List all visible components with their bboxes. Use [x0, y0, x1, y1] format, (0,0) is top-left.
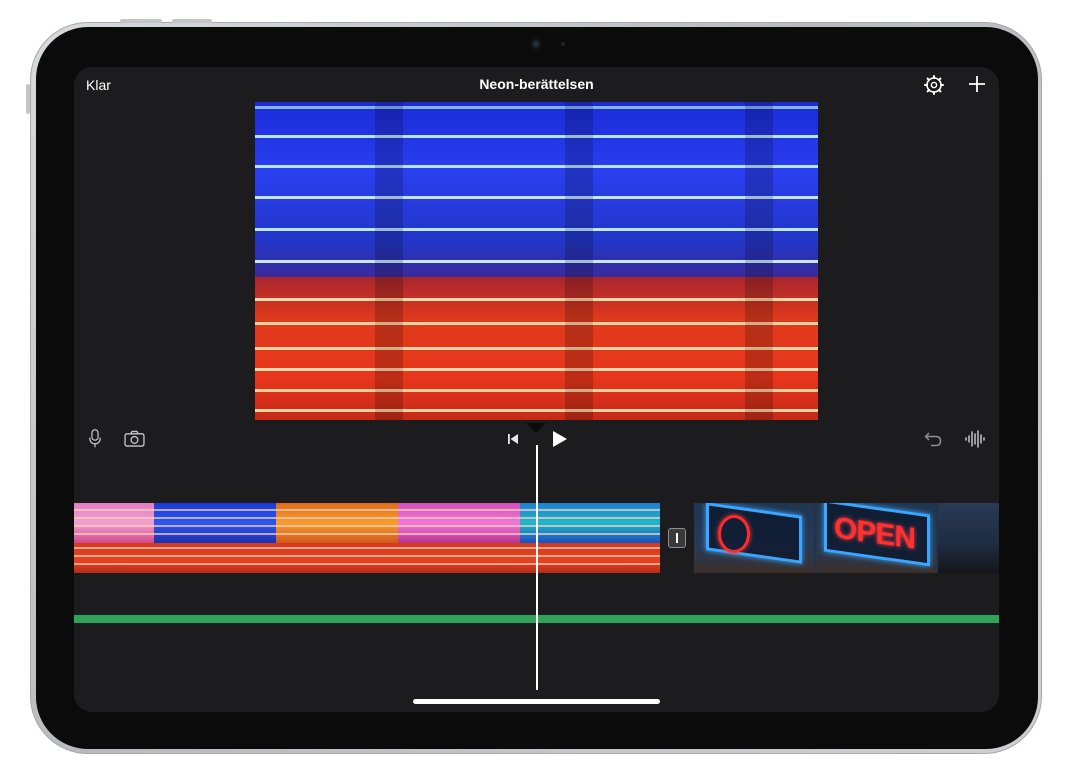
skip-to-start-icon[interactable]: [507, 433, 519, 445]
neon-tube: [255, 196, 818, 199]
transition-button[interactable]: [668, 528, 686, 548]
neon-tube: [255, 228, 818, 231]
neon-tube: [255, 298, 818, 301]
top-button-2: [172, 19, 212, 23]
neon-stripe: [74, 547, 660, 549]
gear-icon[interactable]: [924, 75, 944, 95]
neon-tube: [255, 165, 818, 168]
top-button: [120, 19, 162, 23]
neon-tube: [255, 389, 818, 392]
neon-tube: [255, 135, 818, 138]
neon-tube: [255, 106, 818, 109]
playhead-marker: [526, 423, 546, 433]
add-icon[interactable]: [966, 73, 988, 95]
home-indicator[interactable]: [413, 699, 660, 704]
neon-lines-clip[interactable]: [74, 503, 660, 573]
viewer-blue-neon: [255, 102, 818, 277]
neon-stripe: [74, 533, 660, 535]
neon-stripe: [74, 525, 660, 527]
clip-frame-open-sign-o: [694, 503, 814, 573]
microphone-icon[interactable]: [88, 428, 102, 449]
playhead-line[interactable]: [536, 445, 538, 690]
neon-mount: [745, 102, 773, 420]
neon-stripe: [74, 555, 660, 557]
front-camera: [530, 38, 542, 50]
neon-tube: [255, 409, 818, 412]
imovie-screen: Klar Neon-berättelsen OPEN: [74, 67, 999, 712]
neon-tube: [255, 322, 818, 325]
top-bar: Klar Neon-berättelsen: [74, 67, 999, 102]
neon-letter-o: [718, 515, 750, 553]
clip-frame-open-sign: OPEN: [816, 503, 936, 573]
clip-frame-dark-city: [938, 503, 999, 573]
neon-tube: [255, 260, 818, 263]
undo-icon[interactable]: [924, 431, 942, 447]
camera-icon[interactable]: [124, 430, 145, 447]
ambient-sensor: [561, 42, 565, 46]
play-icon[interactable]: [552, 430, 568, 448]
neon-tube: [255, 347, 818, 350]
neon-tube: [255, 368, 818, 371]
neon-stripe: [74, 509, 660, 511]
audio-waveform-icon[interactable]: [964, 430, 986, 448]
neon-stripe: [74, 517, 660, 519]
neon-mount: [565, 102, 593, 420]
neon-mount: [375, 102, 403, 420]
open-sign-clip[interactable]: OPEN: [694, 503, 999, 573]
side-button: [26, 84, 30, 114]
project-title: Neon-berättelsen: [479, 76, 594, 92]
neon-stripe: [74, 563, 660, 565]
video-viewer[interactable]: [255, 102, 818, 420]
